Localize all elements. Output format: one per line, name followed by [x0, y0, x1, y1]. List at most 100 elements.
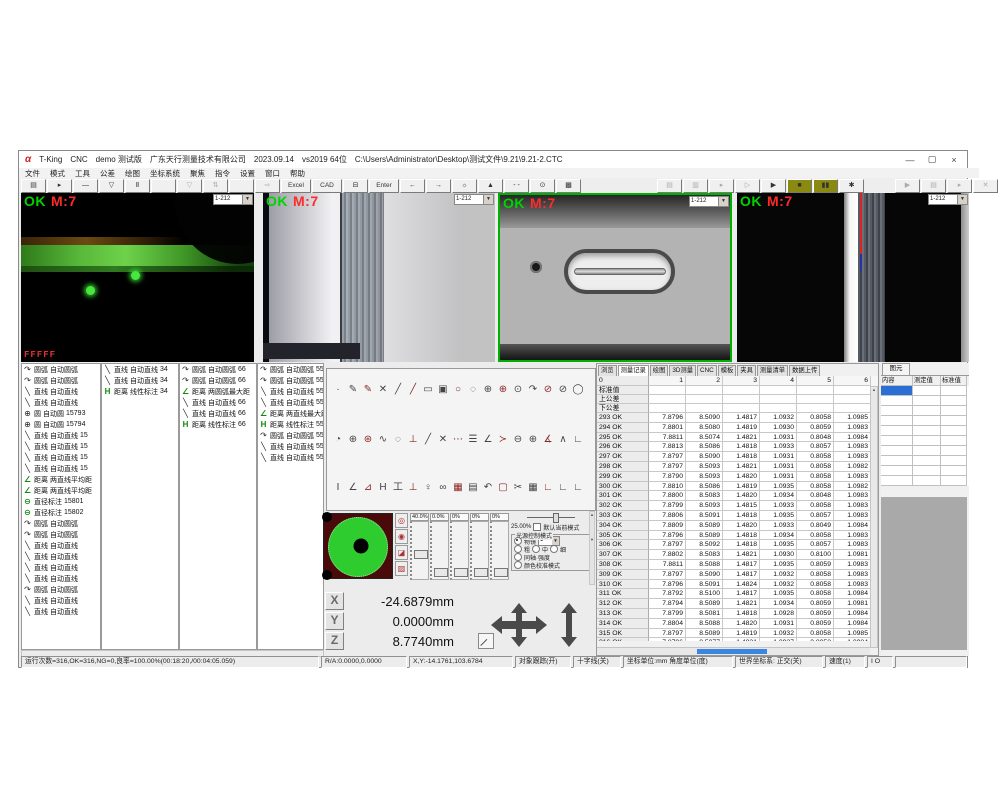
- tool-midline-icon[interactable]: ☰: [466, 433, 480, 447]
- result-row[interactable]: 293 OK7.87968.50901.48171.09320.80581.09…: [597, 413, 878, 423]
- camera-view-1[interactable]: OKM:7 1-212▼ FFFFF: [21, 193, 254, 362]
- list-item[interactable]: ↷圆弧自动圆弧: [22, 375, 100, 386]
- list-item[interactable]: H距离线性标注55: [258, 419, 323, 430]
- objective-radio[interactable]: [514, 537, 522, 545]
- menu-item-模式[interactable]: 模式: [50, 168, 65, 179]
- list-item[interactable]: ╲直线自动直线15: [22, 452, 100, 463]
- result-row[interactable]: 311 OK7.87928.51001.48171.09350.80581.09…: [597, 589, 878, 599]
- slider-track[interactable]: [450, 521, 469, 580]
- result-row[interactable]: 309 OK7.87978.50901.48171.09320.80581.09…: [597, 570, 878, 580]
- camera-view-4[interactable]: OKM:7 1-212▼: [737, 193, 969, 362]
- slider-thumb[interactable]: [434, 568, 448, 577]
- slider-thumb[interactable]: [553, 513, 559, 523]
- stage-line-icon[interactable]: —: [73, 179, 98, 193]
- pattern-icon[interactable]: ▩: [556, 179, 581, 193]
- menu-item-聚焦[interactable]: 聚焦: [190, 168, 205, 179]
- edge-tool-icon[interactable]: Ⅱ: [125, 179, 150, 193]
- tool-angle-3-icon[interactable]: ∧: [556, 433, 570, 447]
- list-item[interactable]: ╲直线自动直线34: [102, 364, 178, 375]
- tool-report-icon[interactable]: ▤: [466, 481, 480, 495]
- cad-button[interactable]: CAD: [312, 179, 342, 193]
- tool-line-icon[interactable]: ╱: [391, 383, 405, 397]
- redo-arrow-icon[interactable]: →: [426, 179, 451, 193]
- close-button[interactable]: ×: [947, 155, 961, 165]
- list-item[interactable]: ↷圆弧自动圆弧66: [180, 364, 256, 375]
- minimize-button[interactable]: —: [903, 155, 917, 165]
- result-row[interactable]: 308 OK7.88118.50881.48171.09350.80591.09…: [597, 560, 878, 570]
- list-item[interactable]: ╲直线自动直线15: [22, 430, 100, 441]
- list-item[interactable]: ↷圆弧自动圆弧55: [258, 430, 323, 441]
- list-item[interactable]: ↷圆弧自动圆弧: [22, 518, 100, 529]
- camera-zoom-select[interactable]: 1-212▼: [928, 194, 968, 205]
- tool-rect-auto-icon[interactable]: ▣: [436, 383, 450, 397]
- tool-angle-ref-icon[interactable]: ∟: [571, 433, 585, 447]
- options-scrollbar[interactable]: ▲▼: [589, 511, 595, 585]
- result-row[interactable]: 299 OK7.87908.50931.48201.09310.80581.09…: [597, 472, 878, 482]
- tool-angle-2-icon[interactable]: ∡: [541, 433, 555, 447]
- list-item[interactable]: H距离线性标注34: [102, 386, 178, 397]
- excel-button[interactable]: Excel: [281, 179, 311, 193]
- tab-夹具[interactable]: 夹具: [737, 365, 756, 376]
- tool-grid-icon[interactable]: ▦: [451, 481, 465, 495]
- slider-track[interactable]: [470, 521, 489, 580]
- list-item[interactable]: ⊕圆自动圆15794: [22, 419, 100, 430]
- camera-view-3-selected[interactable]: OKM:7 1-212▼: [498, 193, 732, 362]
- tab-数据上传[interactable]: 数据上传: [789, 365, 820, 376]
- results-vertical-scrollbar[interactable]: ▲: [870, 386, 878, 648]
- tool-dist-circle-icon[interactable]: ⊖: [511, 433, 525, 447]
- menu-item-窗口[interactable]: 窗口: [265, 168, 280, 179]
- default-mode-checkbox[interactable]: [533, 523, 541, 531]
- tool-circle-auto-icon[interactable]: ◌: [466, 383, 480, 397]
- tab-浏览[interactable]: 浏览: [598, 365, 617, 376]
- stop-icon[interactable]: ■: [787, 179, 812, 193]
- slider-thumb[interactable]: [414, 550, 428, 559]
- tool-dist-circles-icon[interactable]: ⊕: [526, 433, 540, 447]
- list-item[interactable]: ↷圆弧自动圆弧55: [258, 375, 323, 386]
- tool-perpendicular-icon[interactable]: ⊥: [406, 433, 420, 447]
- list-item[interactable]: ╲直线自动直线55: [258, 452, 323, 463]
- tool-coord-1-icon[interactable]: ∟: [541, 481, 555, 495]
- tool-rect-icon[interactable]: ▭: [421, 383, 435, 397]
- scrollbar-thumb[interactable]: [697, 649, 767, 654]
- tool-arc-scan-icon[interactable]: ⊘: [541, 383, 555, 397]
- tool-dist-corner-icon[interactable]: ⊿: [361, 481, 375, 495]
- chevron-down-icon[interactable]: ▼: [718, 197, 728, 206]
- tool-point-icon[interactable]: ·: [331, 383, 345, 397]
- tool-cross-icon[interactable]: ✕: [376, 383, 390, 397]
- tab-elements[interactable]: 图元: [882, 363, 910, 375]
- list-item[interactable]: ⊖直径标注15801: [22, 496, 100, 507]
- maximize-button[interactable]: ▢: [925, 154, 939, 165]
- jog-z-arrows-icon[interactable]: [561, 603, 577, 647]
- result-row[interactable]: 315 OK7.87978.50891.48191.09320.80581.09…: [597, 629, 878, 639]
- menu-item-绘图[interactable]: 绘图: [125, 168, 140, 179]
- list-item[interactable]: ∠距离两直线平均距: [22, 474, 100, 485]
- ring-all-icon[interactable]: ◎: [395, 513, 408, 528]
- list-item[interactable]: ╲直线自动直线66: [180, 397, 256, 408]
- jog-xy-arrows-icon[interactable]: [491, 603, 547, 647]
- tool-arc-scan2-icon[interactable]: ⊘: [556, 383, 570, 397]
- tool-calc-icon[interactable]: ▦: [526, 481, 540, 495]
- list-item[interactable]: ╲直线自动直线15: [22, 441, 100, 452]
- list-item[interactable]: ↷圆弧自动圆弧: [22, 584, 100, 595]
- tool-cut-icon[interactable]: ✂: [511, 481, 525, 495]
- tab-绘图[interactable]: 绘图: [650, 365, 669, 376]
- tool-closed-curve-icon[interactable]: ◌: [391, 433, 405, 447]
- result-row[interactable]: 312 OK7.87948.50891.48211.09340.80591.09…: [597, 599, 878, 609]
- undo-arrow-icon[interactable]: ←: [400, 179, 425, 193]
- probe-icon[interactable]: ▽: [99, 179, 124, 193]
- ring-grid-icon[interactable]: ▨: [395, 561, 408, 576]
- list-item[interactable]: ↷圆弧自动圆弧66: [180, 375, 256, 386]
- result-row[interactable]: 301 OK7.88008.50831.48201.09340.80481.09…: [597, 491, 878, 501]
- menu-item-文件[interactable]: 文件: [25, 168, 40, 179]
- list-item[interactable]: ╲直线自动直线: [22, 606, 100, 617]
- result-row[interactable]: 314 OK7.88048.50881.48201.09310.80591.09…: [597, 619, 878, 629]
- tool-dist-angled-icon[interactable]: ∠: [346, 481, 360, 495]
- tool-circle-icon[interactable]: ○: [451, 383, 465, 397]
- tool-angle-icon[interactable]: ∠: [481, 433, 495, 447]
- tool-undo-icon[interactable]: ↶: [481, 481, 495, 495]
- camera-zoom-select[interactable]: 1-212▼: [454, 194, 494, 205]
- tool-dist-h-icon[interactable]: Ⅰ: [331, 481, 345, 495]
- light-icon[interactable]: ☼: [452, 179, 477, 193]
- result-row[interactable]: 294 OK7.88018.50801.48191.09300.80591.09…: [597, 423, 878, 433]
- list-item[interactable]: ╲直线自动直线: [22, 551, 100, 562]
